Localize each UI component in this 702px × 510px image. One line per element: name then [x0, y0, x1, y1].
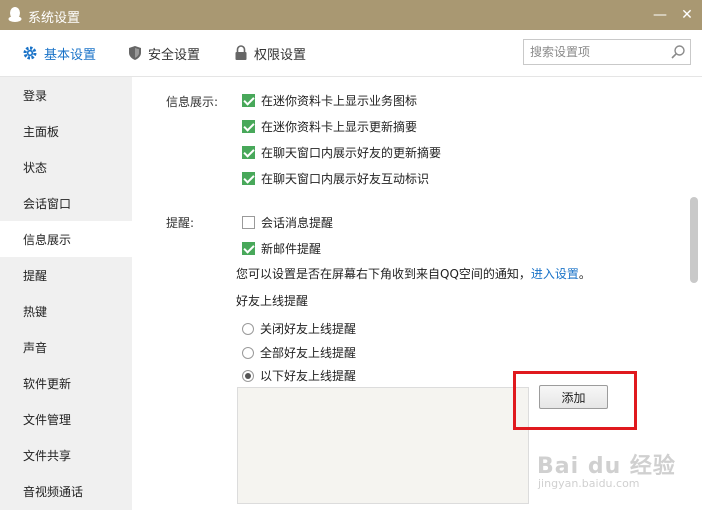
vertical-scrollbar[interactable]: [690, 197, 698, 283]
sidebar-item-reminder[interactable]: 提醒: [0, 257, 132, 293]
option-label: 在迷你资料卡上显示业务图标: [261, 94, 418, 108]
radio-following-friends-online[interactable]: 以下好友上线提醒: [242, 367, 356, 384]
lock-icon: [234, 45, 248, 61]
radio-label: 全部好友上线提醒: [260, 346, 357, 360]
option-label: 新邮件提醒: [261, 242, 322, 256]
sidebar-item-label: 软件更新: [23, 376, 72, 391]
sidebar-item-label: 热键: [23, 304, 48, 319]
info-display-label: 信息展示:: [166, 95, 219, 109]
radio-label: 关闭好友上线提醒: [260, 322, 357, 336]
sidebar-item-label: 信息展示: [23, 232, 72, 247]
watermark-sub: jingyan.baidu.com: [538, 477, 640, 490]
close-button[interactable]: ✕: [677, 6, 697, 24]
search-box[interactable]: [523, 39, 691, 65]
option-label: 在迷你资料卡上显示更新摘要: [261, 120, 418, 134]
reminder-label: 提醒:: [166, 216, 195, 230]
red-highlight-box: [513, 371, 637, 430]
sidebar-item-file-management[interactable]: 文件管理: [0, 401, 132, 437]
option-chat-friend-update-summary[interactable]: 在聊天窗口内展示好友的更新摘要: [242, 144, 441, 161]
search-icon[interactable]: [670, 44, 686, 63]
baidu-watermark: Bai du 经验 jingyan.baidu.com: [537, 448, 676, 490]
sidebar-item-chat-window[interactable]: 会话窗口: [0, 185, 132, 221]
sidebar-item-main-panel[interactable]: 主面板: [0, 113, 132, 149]
sidebar-item-av-call[interactable]: 音视频通话: [0, 473, 132, 509]
radio-all-friends-online[interactable]: 全部好友上线提醒: [242, 344, 356, 361]
sidebar-item-hotkeys[interactable]: 热键: [0, 293, 132, 329]
friend-list-box[interactable]: [237, 387, 529, 504]
tab-security-settings-label: 安全设置: [148, 47, 201, 63]
radio-button[interactable]: [242, 322, 254, 335]
watermark-main: Bai du 经验: [537, 454, 676, 479]
radio-disable-friend-online[interactable]: 关闭好友上线提醒: [242, 320, 356, 337]
checkbox-checked[interactable]: [242, 172, 255, 185]
top-navigation: 基本设置 安全设置 权限设置: [0, 30, 702, 77]
enter-settings-link[interactable]: 进入设置: [531, 267, 579, 281]
sidebar-item-label: 主面板: [23, 124, 60, 139]
settings-content: 信息展示: 在迷你资料卡上显示业务图标 在迷你资料卡上显示更新摘要 在聊天窗口内…: [132, 77, 702, 510]
tab-basic-settings[interactable]: 基本设置: [22, 30, 96, 76]
option-mini-card-business-icon[interactable]: 在迷你资料卡上显示业务图标: [242, 92, 417, 109]
radio-label: 以下好友上线提醒: [260, 369, 357, 383]
sidebar: 登录 主面板 状态 会话窗口 信息展示 提醒 热键 声音 软件更新 文件管理 文…: [0, 77, 132, 510]
sidebar-item-label: 提醒: [23, 268, 48, 283]
sidebar-item-label: 文件管理: [23, 412, 72, 427]
window-title: 系统设置: [28, 11, 81, 26]
qzone-notice: 您可以设置是否在屏幕右下角收到来自QQ空间的通知，进入设置。: [236, 265, 591, 282]
checkbox-checked[interactable]: [242, 242, 255, 255]
sidebar-item-label: 文件共享: [23, 448, 72, 463]
tab-security-settings[interactable]: 安全设置: [128, 30, 200, 76]
qq-logo-icon: [8, 7, 22, 23]
friend-online-title: 好友上线提醒: [236, 294, 309, 308]
sidebar-item-status[interactable]: 状态: [0, 149, 132, 185]
tab-permission-settings-label: 权限设置: [254, 47, 307, 63]
sidebar-item-login[interactable]: 登录: [0, 77, 132, 113]
option-label: 在聊天窗口内展示好友互动标识: [261, 172, 430, 186]
sidebar-item-label: 音视频通话: [23, 484, 84, 499]
sidebar-item-sound[interactable]: 声音: [0, 329, 132, 365]
sidebar-item-label: 状态: [23, 160, 48, 175]
radio-button[interactable]: [242, 346, 254, 359]
option-label: 会话消息提醒: [261, 216, 334, 230]
option-mini-card-update-summary[interactable]: 在迷你资料卡上显示更新摘要: [242, 118, 417, 135]
tab-basic-settings-label: 基本设置: [44, 47, 97, 63]
sidebar-item-label: 登录: [23, 88, 48, 103]
sidebar-item-label: 会话窗口: [23, 196, 72, 211]
checkbox-checked[interactable]: [242, 94, 255, 107]
sidebar-item-file-sharing[interactable]: 文件共享: [0, 437, 132, 473]
checkbox-checked[interactable]: [242, 146, 255, 159]
option-chat-friend-interaction-mark[interactable]: 在聊天窗口内展示好友互动标识: [242, 170, 429, 187]
gear-icon: [22, 45, 38, 61]
sidebar-item-software-update[interactable]: 软件更新: [0, 365, 132, 401]
radio-button-selected[interactable]: [242, 369, 254, 382]
checkbox-checked[interactable]: [242, 120, 255, 133]
qzone-notice-end: 。: [578, 267, 591, 281]
option-label: 在聊天窗口内展示好友的更新摘要: [261, 146, 442, 160]
qzone-notice-text: 您可以设置是否在屏幕右下角收到来自QQ空间的通知，: [236, 267, 531, 281]
tab-permission-settings[interactable]: 权限设置: [234, 30, 306, 76]
search-input[interactable]: [530, 43, 660, 61]
checkbox-unchecked[interactable]: [242, 216, 255, 229]
sidebar-item-label: 声音: [23, 340, 48, 355]
minimize-button[interactable]: —: [650, 6, 670, 24]
option-new-mail-reminder[interactable]: 新邮件提醒: [242, 240, 321, 257]
shield-icon: [128, 45, 142, 61]
option-session-message-reminder[interactable]: 会话消息提醒: [242, 214, 333, 231]
title-bar: 系统设置 — ✕: [0, 0, 702, 30]
sidebar-item-info-display[interactable]: 信息展示: [0, 221, 132, 257]
